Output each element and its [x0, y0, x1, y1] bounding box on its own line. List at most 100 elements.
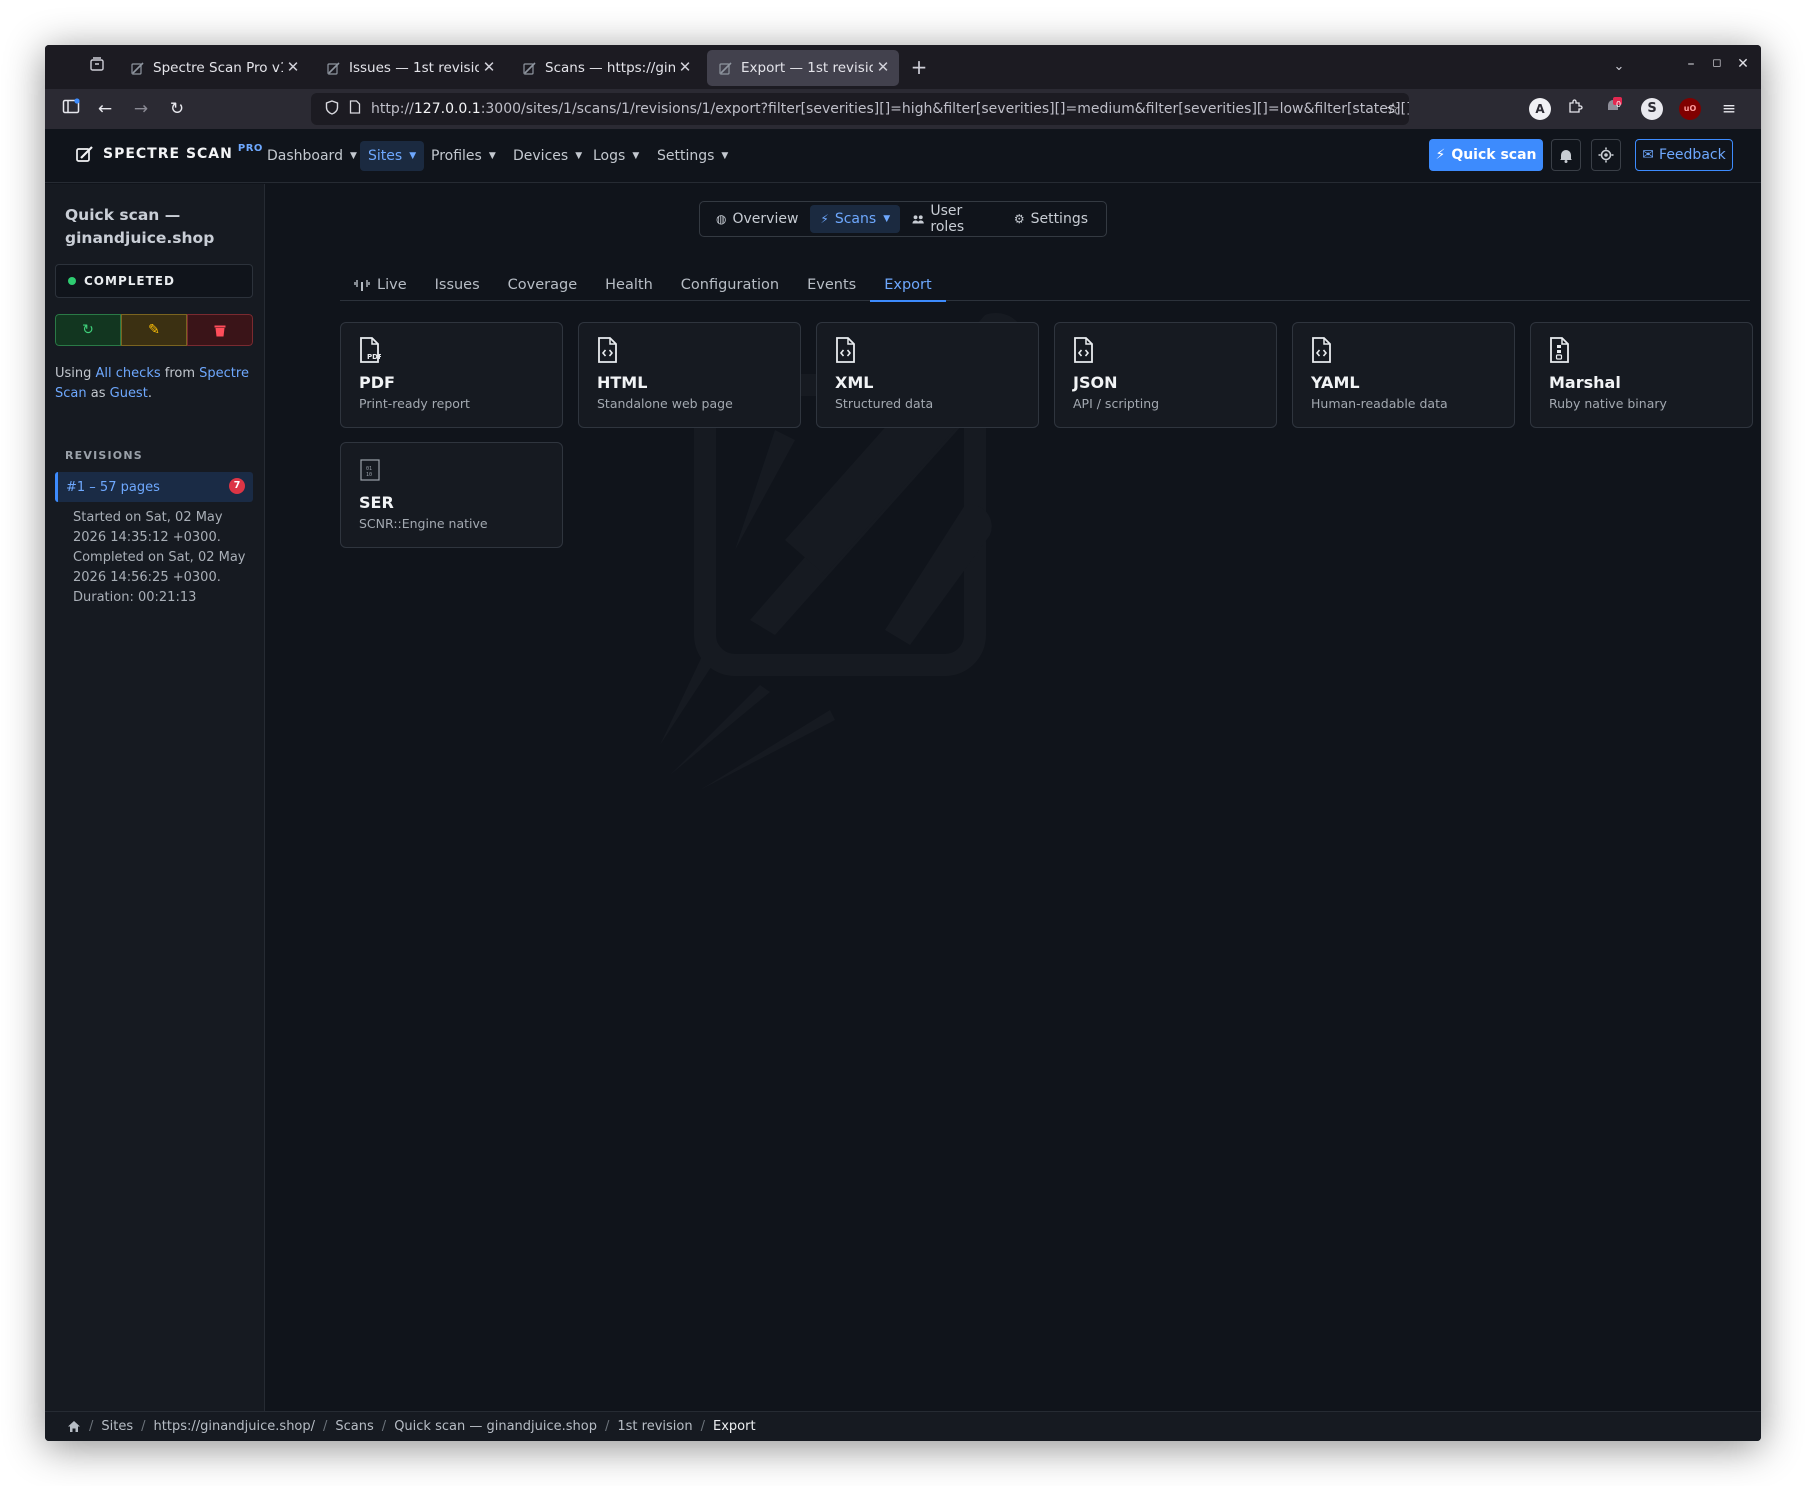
close-icon[interactable]: ✕ [875, 59, 891, 75]
browser-tab-4-active[interactable]: Export — 1st revision - Qui ✕ [707, 50, 899, 86]
menu-label: Sites [368, 148, 403, 164]
theme-toggle-button[interactable] [1591, 139, 1621, 171]
breadcrumb-separator: / [605, 1419, 610, 1434]
tab-overview[interactable]: ◍ Overview [706, 205, 808, 233]
menu-sites[interactable]: Sites ▼ [360, 141, 425, 171]
minimize-icon[interactable]: – [1681, 56, 1701, 72]
status-label: COMPLETED [84, 274, 175, 288]
menu-logs[interactable]: Logs ▼ [585, 141, 647, 171]
notifications-bell-button[interactable] [1551, 139, 1581, 171]
export-card-xml[interactable]: XML Structured data [816, 322, 1039, 428]
tab-events[interactable]: Events [793, 269, 870, 301]
tab-title: Scans — https://ginandjuic [545, 60, 675, 76]
tab-title: Issues — 1st revision - Test [349, 60, 479, 76]
menu-label: Logs [593, 148, 626, 164]
shield-icon[interactable] [325, 99, 339, 119]
export-card-json[interactable]: JSON API / scripting [1054, 322, 1277, 428]
url-scheme: http:// [371, 101, 414, 117]
menu-label: Profiles [431, 148, 482, 164]
s-extension-icon[interactable]: S [1641, 98, 1663, 120]
breadcrumb-sites[interactable]: Sites [101, 1419, 133, 1434]
tab-list-chevron-icon[interactable]: ⌄ [1607, 55, 1631, 79]
spectre-favicon [327, 62, 340, 75]
tab-label: Configuration [680, 277, 780, 293]
menu-devices[interactable]: Devices ▼ [505, 141, 590, 171]
export-card-yaml[interactable]: YAML Human-readable data [1292, 322, 1515, 428]
browser-tab-2[interactable]: Issues — 1st revision - Test ✕ [315, 50, 505, 86]
user-link[interactable]: Guest [110, 386, 148, 401]
scan-title: Quick scan — ginandjuice.shop [65, 206, 215, 247]
status-dot-icon [68, 277, 76, 285]
account-avatar-icon[interactable]: A [1529, 98, 1551, 120]
brand-pen-icon [76, 146, 93, 162]
using-end: . [147, 386, 152, 401]
site-section-nav: ◍ Overview ⚡︎ Scans ▼ User roles ⚙︎ Settings [699, 201, 1107, 237]
delete-scan-button[interactable] [187, 314, 253, 346]
browser-tab-3[interactable]: Scans — https://ginandjuic ✕ [511, 50, 701, 86]
export-card-ser[interactable]: 01 10 SER SCNR::Engine native [340, 442, 563, 548]
export-format-name: XML [835, 373, 874, 392]
home-icon[interactable] [67, 1420, 81, 1433]
tab-coverage[interactable]: Coverage [494, 269, 591, 301]
export-card-marshal[interactable]: Marshal Ruby native binary [1530, 322, 1753, 428]
edit-icon: ✎ [148, 322, 160, 338]
tab-scans[interactable]: ⚡︎ Scans ▼ [810, 205, 901, 233]
broadcast-icon [354, 280, 370, 291]
url-bar[interactable]: http://127.0.0.1:3000/sites/1/scans/1/re… [311, 93, 1409, 125]
extensions-puzzle-icon[interactable] [1563, 97, 1587, 121]
tab-export[interactable]: Export [870, 269, 947, 302]
binary-file-icon [1550, 337, 1569, 363]
breadcrumb-scans[interactable]: Scans [335, 1419, 373, 1434]
close-icon[interactable]: ✕ [285, 59, 301, 75]
breadcrumb-revision[interactable]: 1st revision [617, 1419, 692, 1434]
close-icon[interactable]: ✕ [677, 59, 693, 75]
using-from: from [160, 366, 200, 381]
breadcrumb-scan[interactable]: Quick scan — ginandjuice.shop [394, 1419, 597, 1434]
export-format-name: PDF [359, 373, 395, 392]
window-close-icon[interactable]: ✕ [1733, 56, 1753, 72]
page-icon [349, 100, 361, 118]
tab-site-settings[interactable]: ⚙︎ Settings [1004, 205, 1098, 233]
feedback-button[interactable]: ✉︎ Feedback [1635, 139, 1733, 171]
ublock-shield-icon[interactable]: uO [1679, 98, 1701, 120]
new-tab-plus-icon[interactable]: + [907, 55, 931, 79]
quick-scan-button[interactable]: ⚡︎ Quick scan [1429, 139, 1543, 171]
export-format-name: Marshal [1549, 373, 1621, 392]
tab-configuration[interactable]: Configuration [667, 269, 793, 301]
export-format-name: HTML [597, 373, 648, 392]
ublock-label: uO [1683, 104, 1697, 113]
browser-tab-1[interactable]: Spectre Scan Pro v1.12 ✕ [119, 50, 309, 86]
export-card-pdf[interactable]: PDF PDF Print-ready report [340, 322, 563, 428]
tab-live[interactable]: Live [340, 269, 421, 301]
menu-dashboard[interactable]: Dashboard ▼ [259, 141, 365, 171]
revision-item[interactable]: #1 – 57 pages 7 [55, 472, 253, 502]
export-format-desc: SCNR::Engine native [359, 516, 488, 531]
repeat-scan-button[interactable]: ↻ [55, 314, 121, 346]
sidebar-toggle-icon[interactable] [59, 97, 83, 121]
pill-label: User roles [930, 203, 965, 235]
tab-health[interactable]: Health [591, 269, 667, 301]
maximize-icon[interactable]: ◻ [1707, 56, 1727, 69]
scan-action-group: ↻ ✎ [55, 314, 253, 346]
breadcrumb-site-url[interactable]: https://ginandjuice.shop/ [154, 1419, 316, 1434]
pdf-file-icon: PDF [360, 337, 383, 363]
export-card-html[interactable]: HTML Standalone web page [578, 322, 801, 428]
close-icon[interactable]: ✕ [481, 59, 497, 75]
menu-profiles[interactable]: Profiles ▼ [423, 141, 504, 171]
notifier-extension-icon[interactable]: 0 [1601, 97, 1625, 121]
back-arrow-icon[interactable]: ← [93, 97, 117, 121]
menu-settings[interactable]: Settings ▼ [649, 141, 736, 171]
tab-groups-icon[interactable] [85, 55, 109, 79]
export-format-name: SER [359, 493, 394, 512]
forward-arrow-icon[interactable]: → [129, 97, 153, 121]
hamburger-menu-icon[interactable]: ≡ [1717, 97, 1741, 121]
edit-scan-button[interactable]: ✎ [121, 314, 187, 346]
spectre-favicon [719, 62, 732, 75]
brand-logo[interactable]: SPECTRE SCAN PRO [75, 143, 263, 164]
reload-icon[interactable]: ↻ [165, 97, 189, 121]
checks-link[interactable]: All checks [96, 366, 161, 381]
tab-issues[interactable]: Issues [421, 269, 494, 301]
tab-user-roles[interactable]: User roles [902, 203, 1002, 235]
bookmark-star-icon[interactable]: ☆ [1381, 97, 1405, 121]
code-file-icon [1312, 337, 1331, 363]
